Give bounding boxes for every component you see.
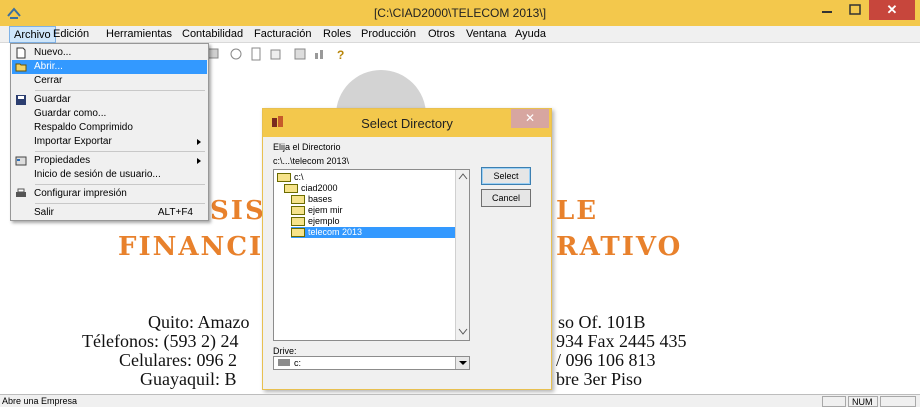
menu-item-respaldo-comprimido[interactable]: Respaldo Comprimido <box>12 121 207 135</box>
chart-icon[interactable] <box>313 47 327 61</box>
menu-separator <box>35 151 205 152</box>
toolbar: ? <box>205 45 365 63</box>
address-line-3-right: / 096 106 813 <box>556 350 656 370</box>
menu-item-salir[interactable]: Salir ALT+F4 <box>12 206 207 220</box>
folder-icon <box>291 195 305 204</box>
status-bar: Abre una Empresa NUM <box>0 394 920 407</box>
menu-archivo[interactable]: Archivo <box>9 26 56 43</box>
dialog-title: Select Directory <box>361 116 453 131</box>
directory-item[interactable]: bases <box>291 194 332 205</box>
menu-edicion[interactable]: Edición <box>53 28 89 40</box>
menu-item-guardar-como[interactable]: Guardar como... <box>12 107 207 121</box>
menu-otros[interactable]: Otros <box>428 28 455 40</box>
print-icon[interactable] <box>229 47 243 61</box>
select-directory-dialog: Select Directory ✕ Elija el Directorio c… <box>262 108 552 390</box>
printer-icon <box>16 188 26 197</box>
dialog-title-bar: Select Directory ✕ <box>263 109 551 137</box>
close-icon: ✕ <box>886 2 898 17</box>
menu-contabilidad[interactable]: Contabilidad <box>182 28 243 40</box>
minimize-button[interactable] <box>813 0 841 20</box>
shortcut-label: ALT+F4 <box>157 207 193 218</box>
chevron-down-icon[interactable] <box>455 357 469 369</box>
open-folder-icon <box>284 184 298 193</box>
submenu-arrow-icon <box>197 139 201 145</box>
status-panel <box>822 396 846 407</box>
new-page-icon[interactable] <box>249 47 263 61</box>
title-bar: [C:\CIAD2000\TELECOM 2013\] ✕ <box>0 0 920 26</box>
new-document-icon <box>16 47 26 59</box>
scroll-up-icon[interactable] <box>458 172 468 180</box>
brand-text-line1-right: LE <box>556 196 599 226</box>
drive-select[interactable]: c: <box>273 356 470 370</box>
menu-ayuda[interactable]: Ayuda <box>515 28 546 40</box>
folder-icon <box>291 217 305 226</box>
save-icon <box>16 95 26 105</box>
cancel-button[interactable]: Cancel <box>481 189 531 207</box>
address-line-4-left: Guayaquil: B <box>140 369 237 389</box>
num-lock-indicator: NUM <box>848 396 878 407</box>
menu-item-cerrar[interactable]: Cerrar <box>12 74 207 88</box>
menu-bar: Archivo Edición Herramientas Contabilida… <box>0 26 920 43</box>
address-line-4-right: bre 3er Piso <box>556 369 642 389</box>
current-path: c:\...\telecom 2013\ <box>273 156 350 166</box>
menu-separator <box>35 203 205 204</box>
address-line-2-left: Télefonos: (593 2) 24 <box>82 331 239 351</box>
open-folder-icon <box>277 173 291 182</box>
paste-icon[interactable] <box>293 47 307 61</box>
dialog-close-button[interactable]: ✕ <box>511 109 549 128</box>
maximize-button[interactable] <box>841 0 869 20</box>
menu-herramientas[interactable]: Herramientas <box>106 28 172 40</box>
menu-produccion[interactable]: Producción <box>361 28 416 40</box>
directory-scrollbar[interactable] <box>455 170 469 340</box>
directory-tree-list[interactable]: c:\ ciad2000 bases ejem mir ejemplo tele… <box>273 169 470 341</box>
select-button[interactable]: Select <box>481 167 531 185</box>
menu-item-importar-exportar[interactable]: Importar Exportar <box>12 135 207 149</box>
menu-roles[interactable]: Roles <box>323 28 351 40</box>
directory-item[interactable]: ciad2000 <box>284 183 338 194</box>
address-line-1-left: Quito: Amazo <box>148 312 250 332</box>
help-icon[interactable]: ? <box>333 47 347 61</box>
menu-separator <box>35 184 205 185</box>
directory-item-selected[interactable]: telecom 2013 <box>291 227 455 238</box>
menu-item-nuevo[interactable]: Nuevo... <box>12 46 207 60</box>
brand-text-line2-right: RATIVO <box>556 232 683 262</box>
folder-icon <box>291 206 305 215</box>
address-line-2-right: 934 Fax 2445 435 <box>556 331 687 351</box>
menu-item-inicio-sesion[interactable]: Inicio de sesión de usuario... <box>12 168 207 182</box>
menu-item-abrir[interactable]: Abrir... <box>12 60 207 74</box>
address-line-1-right: so Of. 101B <box>558 312 646 332</box>
window-title: [C:\CIAD2000\TELECOM 2013\] <box>373 6 547 20</box>
maximize-icon <box>849 4 861 15</box>
properties-icon <box>15 156 27 166</box>
menu-item-configurar-impresion[interactable]: Configurar impresión <box>12 187 207 201</box>
drive-label: Drive: <box>273 346 297 356</box>
status-panel <box>880 396 916 407</box>
directory-item[interactable]: c:\ <box>277 172 304 183</box>
directory-label: Elija el Directorio <box>273 142 341 152</box>
open-folder-icon <box>15 63 27 72</box>
copy-icon[interactable] <box>269 47 283 61</box>
minimize-icon <box>822 11 832 13</box>
scroll-down-icon[interactable] <box>458 328 468 336</box>
directory-item[interactable]: ejemplo <box>291 216 340 227</box>
directory-item[interactable]: ejem mir <box>291 205 343 216</box>
drive-icon <box>278 359 290 366</box>
menu-facturacion[interactable]: Facturación <box>254 28 311 40</box>
submenu-arrow-icon <box>197 158 201 164</box>
archivo-dropdown-menu: Nuevo... Abrir... Cerrar Guardar Guardar… <box>10 43 209 221</box>
menu-ventana[interactable]: Ventana <box>466 28 506 40</box>
address-line-3-left: Celulares: 096 2 <box>119 350 237 370</box>
menu-separator <box>35 90 205 91</box>
svg-text:?: ? <box>337 48 344 61</box>
folder-icon <box>291 228 305 237</box>
brand-text-line2-left: FINANCI <box>118 232 264 262</box>
menu-item-guardar[interactable]: Guardar <box>12 93 207 107</box>
status-message: Abre una Empresa <box>2 396 78 406</box>
menu-item-propiedades[interactable]: Propiedades <box>12 154 207 168</box>
brand-text-line1-left: SIS <box>210 196 266 226</box>
close-button[interactable]: ✕ <box>869 0 915 20</box>
